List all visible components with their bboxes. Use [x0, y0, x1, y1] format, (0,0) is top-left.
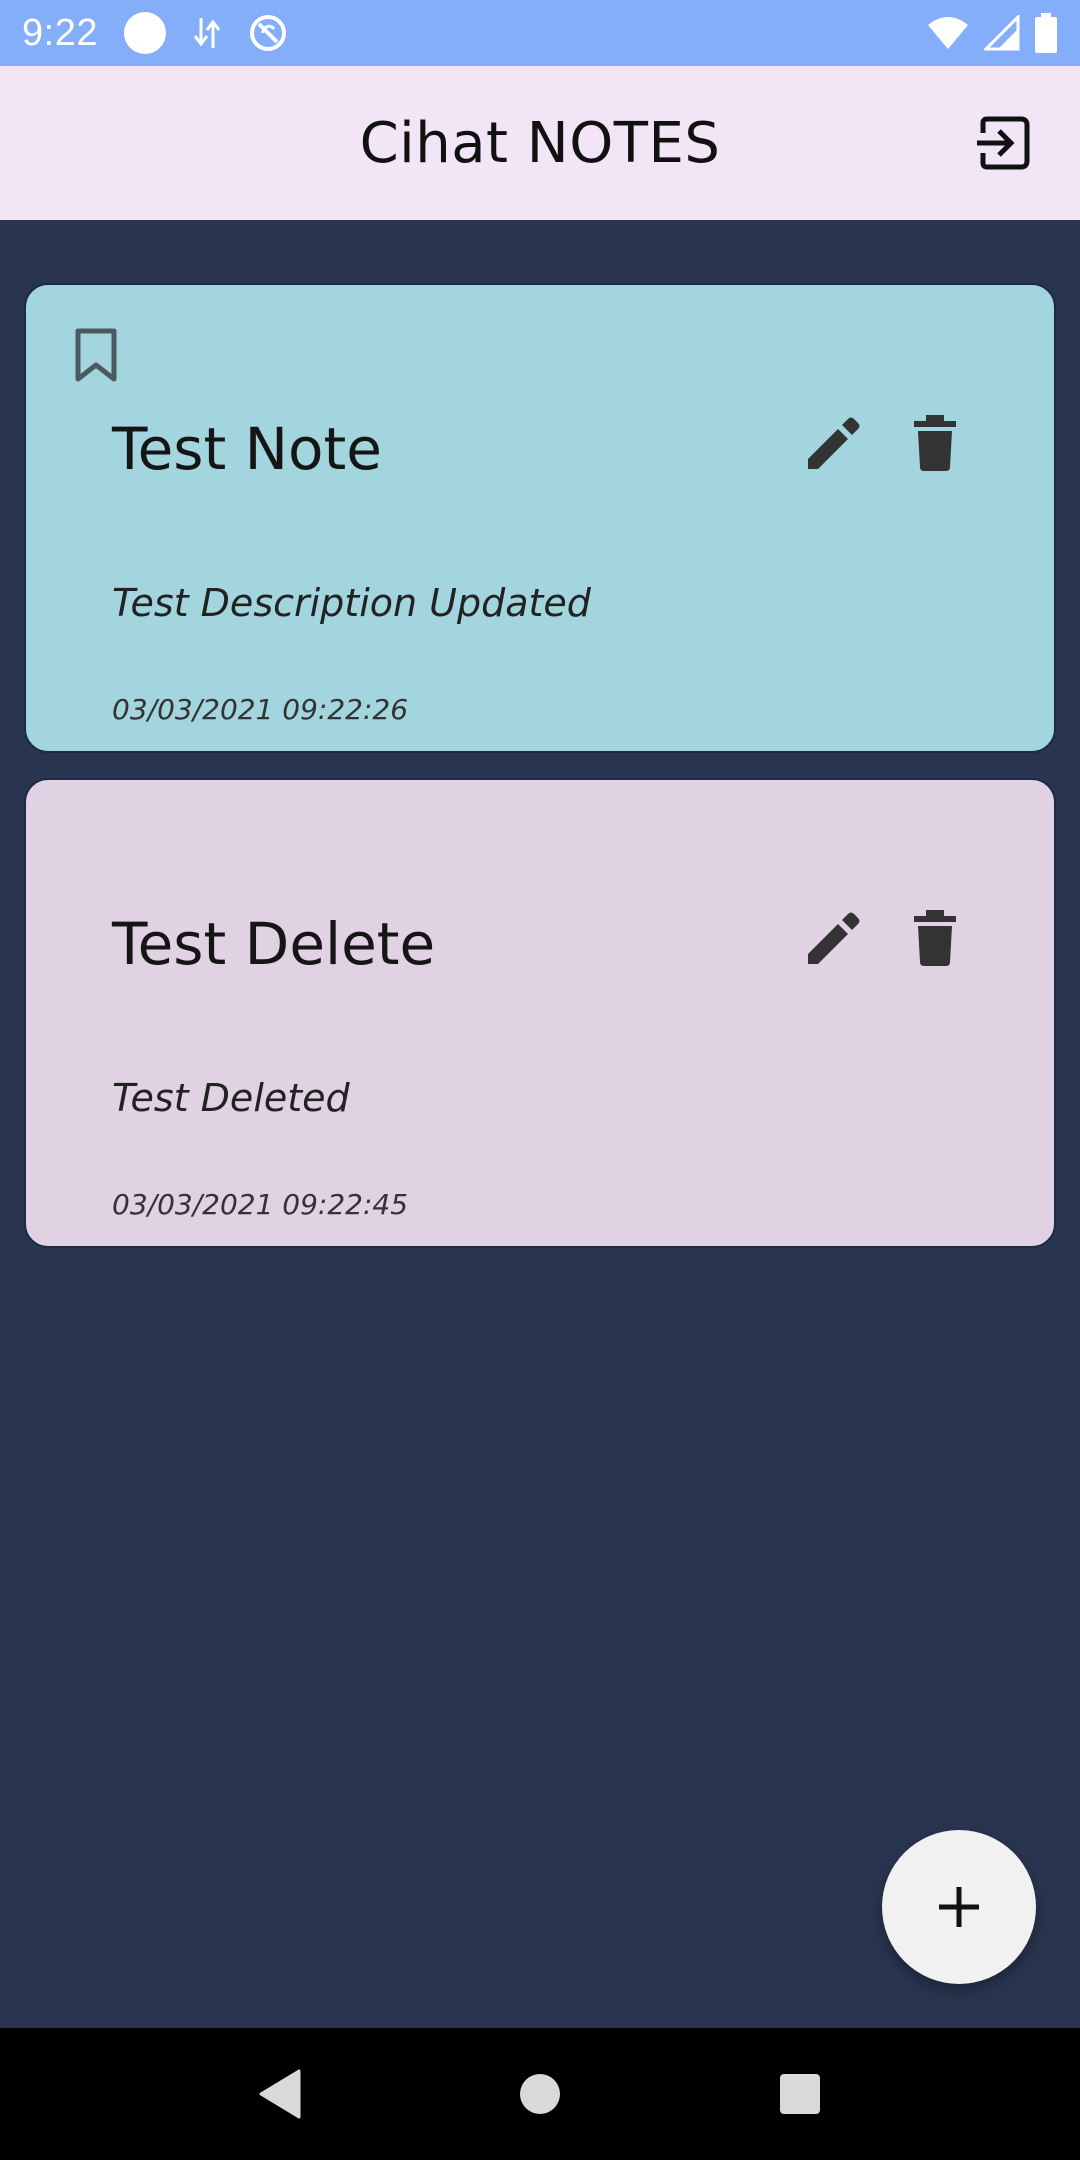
- nav-home-button[interactable]: [510, 2064, 570, 2124]
- signal-icon: [984, 15, 1020, 51]
- note-card[interactable]: Test Note Test Description Updated 03/03…: [24, 283, 1056, 753]
- screen: 9:22 Cihat NOTES Test Note Test Descript…: [0, 0, 1080, 2160]
- logout-icon: [977, 116, 1030, 170]
- sync-icon: [249, 15, 286, 51]
- nav-recents-button[interactable]: [770, 2064, 830, 2124]
- status-time: 9:22: [22, 11, 98, 54]
- edit-button[interactable]: [804, 413, 864, 473]
- app-bar: Cihat NOTES: [0, 66, 1080, 220]
- note-description: Test Deleted: [112, 1076, 350, 1120]
- note-title: Test Delete: [112, 910, 436, 978]
- nav-back-button[interactable]: [250, 2064, 310, 2124]
- delete-button[interactable]: [906, 908, 964, 968]
- logout-button[interactable]: [972, 112, 1034, 174]
- trash-icon: [914, 415, 956, 471]
- status-bar: 9:22: [0, 0, 1080, 66]
- edit-button[interactable]: [804, 908, 864, 968]
- status-left: 9:22: [22, 12, 288, 55]
- bookmark-icon[interactable]: [72, 327, 120, 383]
- app-title: Cihat NOTES: [359, 110, 721, 176]
- note-date: 03/03/2021 09:22:26: [112, 693, 409, 726]
- plus-icon: [939, 1887, 979, 1927]
- notification-dot-icon: [123, 12, 166, 54]
- add-note-button[interactable]: [882, 1830, 1036, 1984]
- pencil-icon: [808, 912, 860, 964]
- delete-button[interactable]: [906, 413, 964, 473]
- note-title: Test Note: [112, 415, 382, 483]
- recents-square-icon: [780, 2074, 820, 2114]
- trash-icon: [914, 910, 956, 966]
- nav-bar: [0, 2028, 1080, 2160]
- wifi-icon: [928, 17, 968, 49]
- note-card[interactable]: Test Delete Test Deleted 03/03/2021 09:2…: [24, 778, 1056, 1248]
- pencil-icon: [808, 417, 860, 469]
- battery-icon: [1035, 13, 1057, 53]
- back-triangle-icon: [259, 2069, 301, 2119]
- data-transfer-icon: [193, 18, 221, 48]
- home-circle-icon: [520, 2074, 560, 2114]
- note-date: 03/03/2021 09:22:45: [112, 1188, 409, 1221]
- note-description: Test Description Updated: [112, 581, 591, 625]
- status-right: [926, 13, 1058, 53]
